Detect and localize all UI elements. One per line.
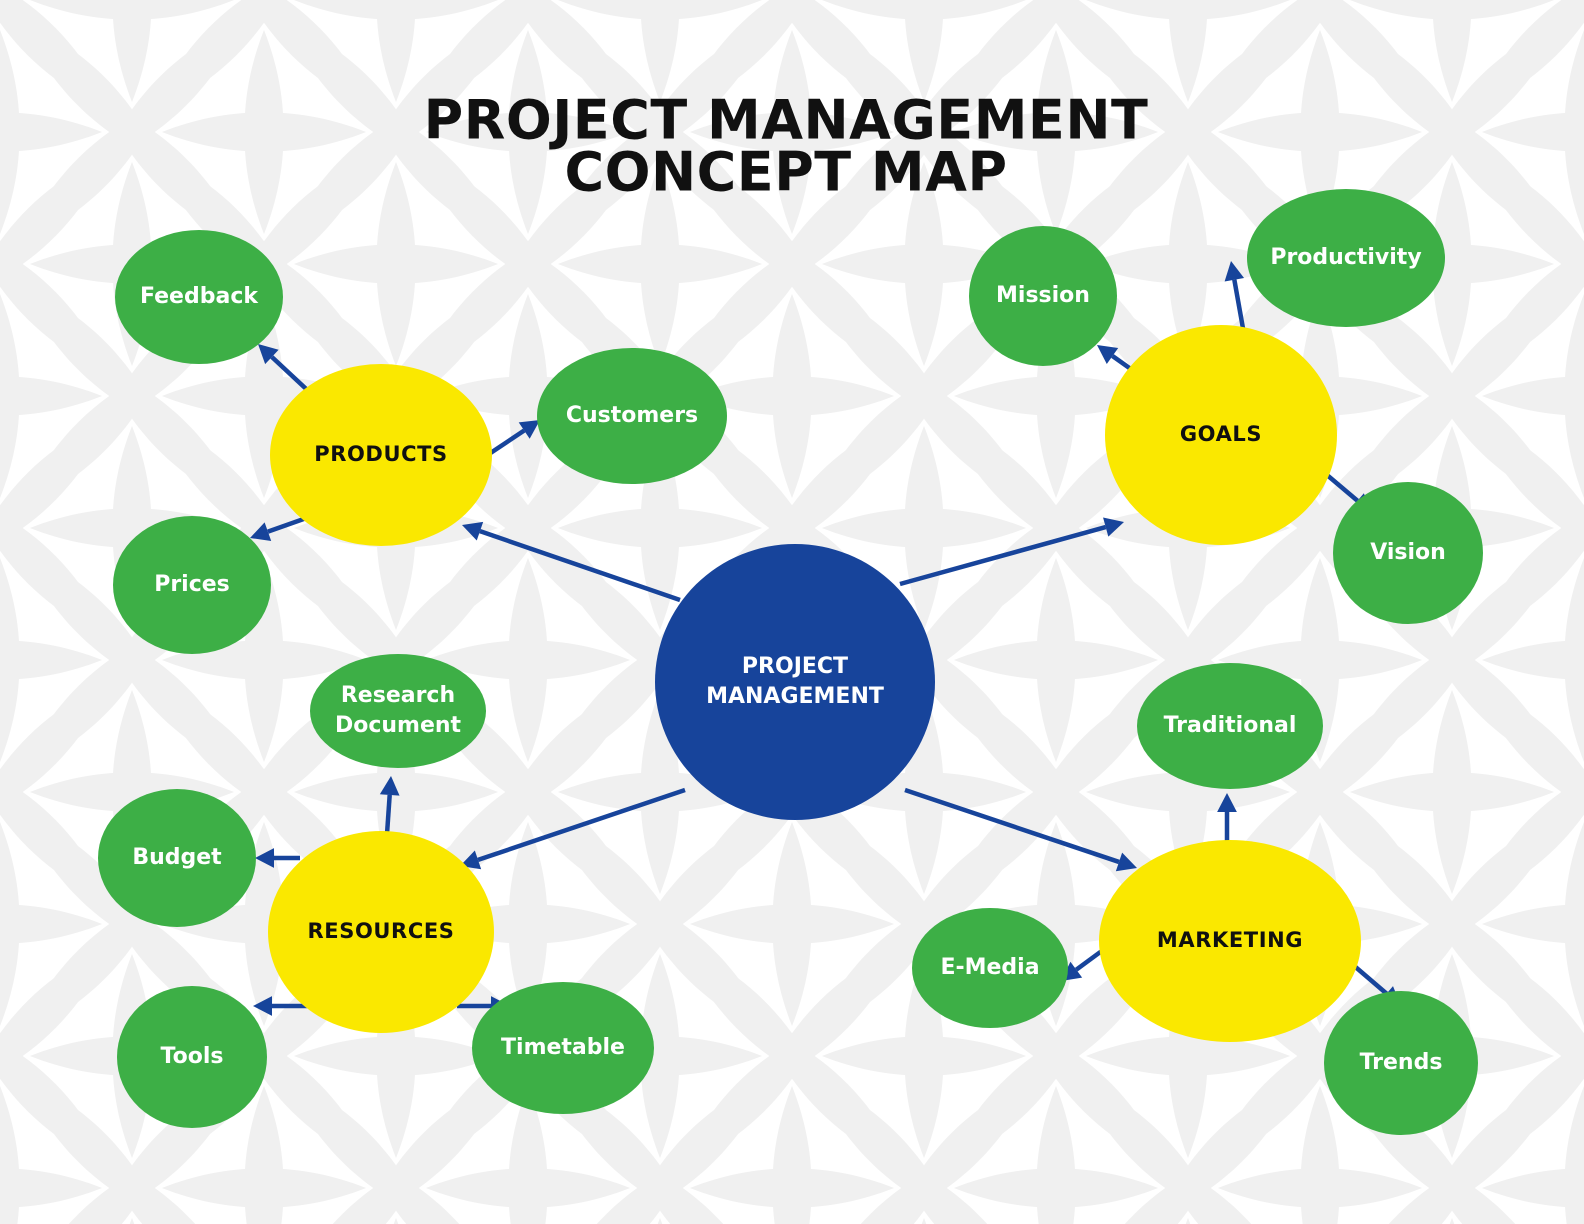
edge-pm-to-marketing [904,787,1137,872]
node-label-products: PRODUCTS [314,442,448,466]
arrow-head-icon [253,996,272,1016]
node-customers[interactable]: Customers [537,348,727,484]
title-line-2: CONCEPT MAP [564,141,1007,204]
node-label-project-management: PROJECT [742,654,848,679]
edge-resources-to-budget [255,848,300,868]
node-trends[interactable]: Trends [1324,991,1478,1135]
edge-line [479,529,681,603]
concept-map-graph: PROJECT MANAGEMENT PRODUCTS GOALS RESOURCES M… [98,89,1483,1135]
edge-pm-to-resources [460,787,686,870]
node-label-resources: RESOURCES [308,919,455,943]
edge-goals-to-productivity [1224,261,1247,335]
node-products[interactable]: PRODUCTS [270,364,492,546]
node-label-marketing: MARKETING [1157,928,1303,952]
node-label-trends: Trends [1360,1050,1443,1075]
node-timetable[interactable]: Timetable [472,982,654,1114]
edge-pm-to-goals [899,517,1124,587]
node-label-mission: Mission [996,283,1090,308]
node-label-feedback: Feedback [140,284,259,309]
node-label-project-management: MANAGEMENT [706,684,884,709]
node-e-media[interactable]: E-Media [912,908,1068,1028]
node-shape-leaf[interactable] [310,654,486,768]
node-vision[interactable]: Vision [1333,482,1483,624]
node-label-research-document: Document [335,713,462,738]
map-title: PROJECT MANAGEMENT CONCEPT MAP [424,89,1148,204]
node-label-vision: Vision [1370,540,1446,565]
edge-line [904,787,1120,865]
edge-line [899,524,1107,587]
concept-map-canvas: PROJECT MANAGEMENT PRODUCTS GOALS RESOURCES M… [0,0,1584,1224]
node-mission[interactable]: Mission [969,226,1117,366]
node-feedback[interactable]: Feedback [115,230,283,364]
edge-pm-to-products [462,521,681,603]
node-budget[interactable]: Budget [98,789,256,927]
node-marketing[interactable]: MARKETING [1099,840,1361,1042]
edge-marketing-to-traditional [1217,793,1237,845]
arrow-head-icon [379,776,400,796]
node-label-research-document: Research [341,683,455,708]
node-label-budget: Budget [132,845,222,870]
arrow-head-icon [255,848,274,868]
edge-line [1232,279,1247,335]
node-project-management[interactable]: PROJECT MANAGEMENT [655,544,935,820]
edge-line [384,794,392,835]
node-label-tools: Tools [161,1044,224,1069]
node-label-prices: Prices [154,572,230,597]
node-resources[interactable]: RESOURCES [268,831,494,1033]
node-label-productivity: Productivity [1270,245,1421,270]
arrow-head-icon [1217,793,1237,812]
node-shape-hub[interactable] [655,544,935,820]
node-prices[interactable]: Prices [113,516,271,654]
node-tools[interactable]: Tools [117,986,267,1128]
arrow-head-icon [1097,345,1119,365]
node-label-timetable: Timetable [501,1035,625,1060]
edge-line [477,787,686,863]
edge-resources-to-research [379,776,400,835]
nodes-layer: PROJECT MANAGEMENT PRODUCTS GOALS RESOURCES M… [98,189,1483,1135]
node-label-goals: GOALS [1180,422,1262,446]
node-productivity[interactable]: Productivity [1247,189,1445,327]
node-label-customers: Customers [566,403,698,428]
node-goals[interactable]: GOALS [1105,325,1337,545]
arrow-head-icon [1224,261,1245,282]
arrow-head-icon [1103,517,1124,537]
node-research-document[interactable]: Research Document [310,654,486,768]
node-traditional[interactable]: Traditional [1137,663,1323,789]
arrow-head-icon [1115,852,1137,872]
node-label-traditional: Traditional [1164,713,1297,738]
node-label-e-media: E-Media [940,955,1039,980]
